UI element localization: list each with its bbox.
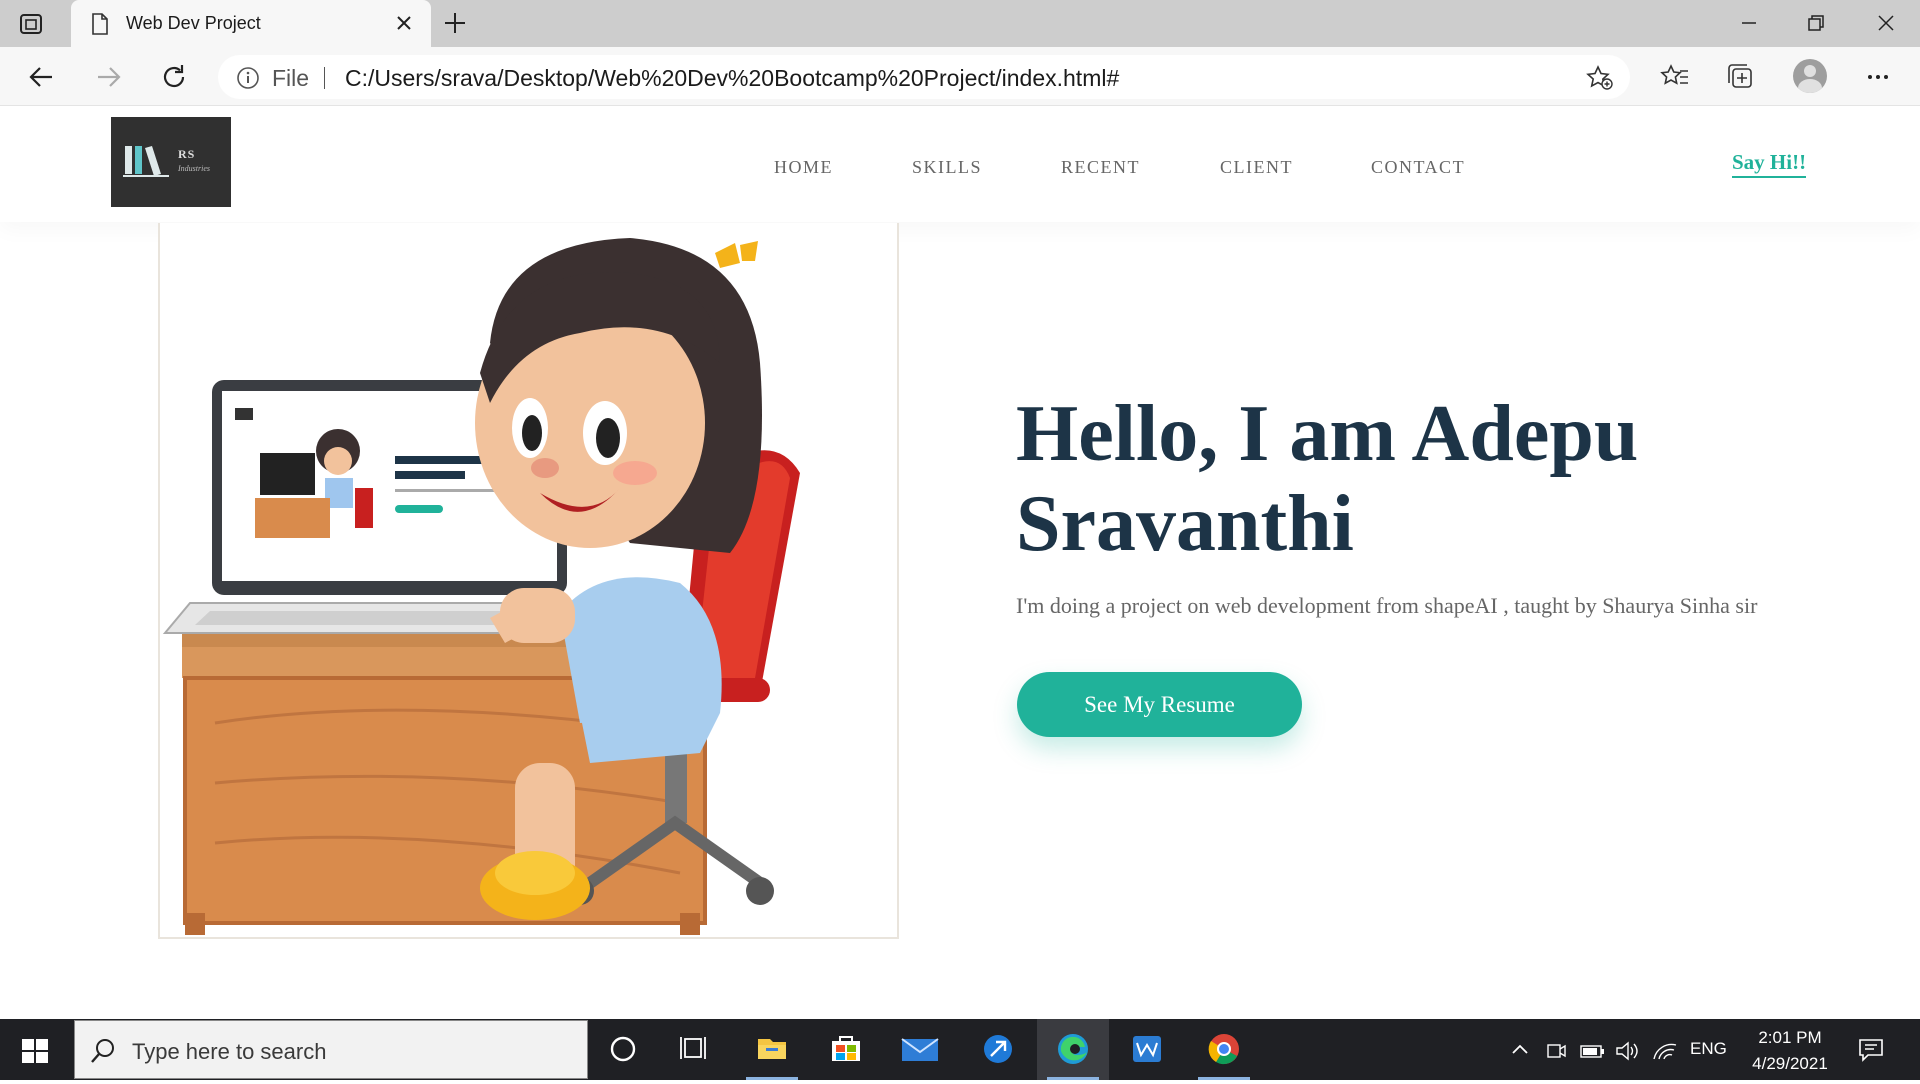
logo-books-icon	[123, 146, 169, 177]
web-page: RS Industries HOME SKILLS RECENT CLIENT …	[0, 107, 1920, 1019]
address-bar[interactable]: File C:/Users/srava/Desktop/Web%20Dev%20…	[218, 55, 1630, 99]
logo-subtitle: Industries	[178, 164, 210, 173]
tab-title: Web Dev Project	[126, 13, 261, 33]
page-icon	[91, 13, 109, 39]
info-icon[interactable]	[236, 66, 260, 94]
add-favorite-icon[interactable]	[1586, 65, 1614, 95]
store-icon[interactable]	[810, 1019, 882, 1080]
search-icon	[89, 1037, 117, 1069]
say-hi-link[interactable]: Say Hi!!	[1732, 150, 1807, 178]
profile-avatar[interactable]	[1793, 59, 1827, 93]
notifications-icon[interactable]	[1858, 1038, 1884, 1067]
address-url[interactable]: C:/Users/srava/Desktop/Web%20Dev%20Bootc…	[345, 65, 1119, 92]
logo-title: RS	[178, 147, 196, 161]
word-icon[interactable]	[1111, 1019, 1183, 1080]
tab-actions-icon[interactable]	[18, 12, 52, 34]
hero-title: Hello, I am Adepu Sravanthi	[1016, 390, 1639, 568]
browser-tab[interactable]: Web Dev Project	[71, 0, 431, 47]
site-logo[interactable]: RS Industries	[111, 117, 231, 207]
cortana-icon[interactable]	[587, 1019, 659, 1080]
address-scheme: File	[272, 65, 310, 91]
show-hidden-icons-icon[interactable]	[1510, 1041, 1530, 1062]
clock-time: 2:01 PM	[1758, 1028, 1822, 1047]
back-icon[interactable]	[26, 61, 58, 93]
forward-icon[interactable]	[92, 61, 124, 93]
more-options-icon[interactable]	[1862, 61, 1894, 93]
close-tab-icon[interactable]	[395, 14, 413, 36]
windows-taskbar: Type here to search ENG 2:01 PM 4/29/202…	[0, 1019, 1920, 1080]
minimize-icon[interactable]	[1735, 10, 1763, 36]
new-tab-icon[interactable]	[443, 11, 467, 39]
nav-client[interactable]: CLIENT	[1220, 157, 1293, 178]
chrome-icon[interactable]	[1188, 1019, 1260, 1080]
nav-contact[interactable]: CONTACT	[1371, 157, 1465, 178]
refresh-icon[interactable]	[158, 61, 190, 93]
volume-icon[interactable]	[1615, 1041, 1641, 1066]
app-icon[interactable]	[962, 1019, 1034, 1080]
search-placeholder: Type here to search	[132, 1039, 327, 1064]
browser-tabbar: Web Dev Project	[0, 0, 1920, 47]
hero-description: I'm doing a project on web development f…	[1016, 593, 1758, 618]
task-view-icon[interactable]	[659, 1019, 731, 1080]
battery-icon[interactable]	[1580, 1041, 1606, 1066]
meet-now-icon[interactable]	[1546, 1041, 1566, 1066]
system-clock[interactable]: 2:01 PM 4/29/2021	[1720, 1025, 1860, 1077]
address-separator	[324, 67, 325, 89]
nav-recent[interactable]: RECENT	[1061, 157, 1140, 178]
file-explorer-icon[interactable]	[736, 1019, 808, 1080]
site-header: RS Industries HOME SKILLS RECENT CLIENT …	[0, 107, 1920, 222]
windows-start-icon[interactable]	[22, 1039, 48, 1067]
clock-date: 4/29/2021	[1752, 1054, 1828, 1073]
edge-icon[interactable]	[1037, 1019, 1109, 1080]
close-window-icon[interactable]	[1872, 10, 1900, 36]
collections-icon[interactable]	[1725, 61, 1757, 93]
nav-skills[interactable]: SKILLS	[912, 157, 982, 178]
taskbar-search-input[interactable]: Type here to search	[74, 1020, 588, 1079]
network-icon[interactable]	[1652, 1041, 1678, 1066]
see-resume-button[interactable]: See My Resume	[1017, 672, 1302, 737]
restore-icon[interactable]	[1802, 10, 1830, 36]
favorites-icon[interactable]	[1659, 61, 1691, 93]
mail-icon[interactable]	[884, 1019, 956, 1080]
nav-home[interactable]: HOME	[774, 157, 833, 178]
hero-illustration	[158, 223, 899, 939]
browser-toolbar: File C:/Users/srava/Desktop/Web%20Dev%20…	[0, 47, 1920, 106]
